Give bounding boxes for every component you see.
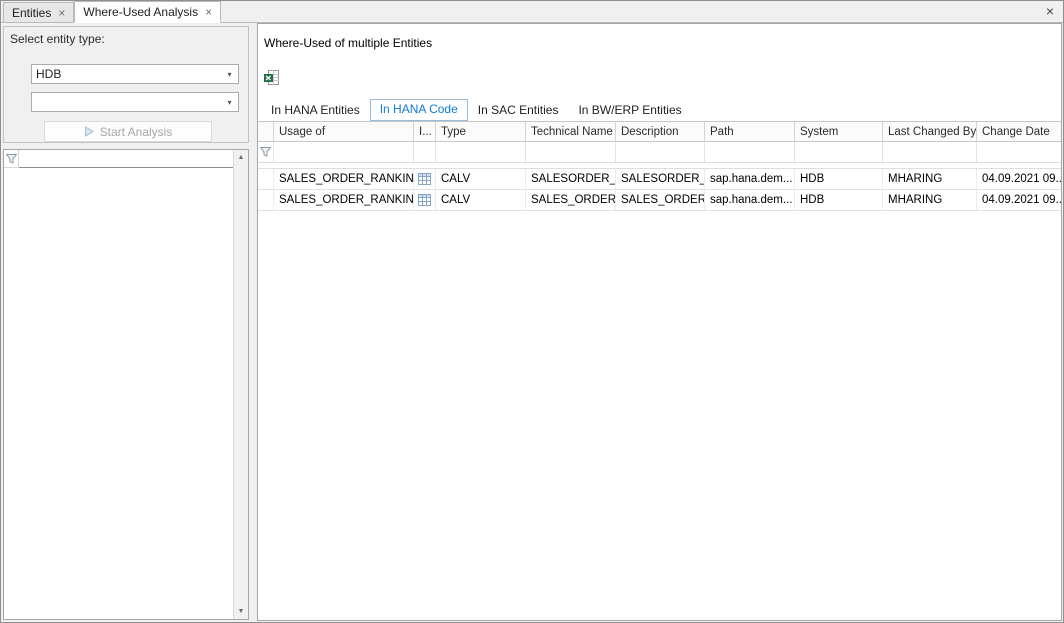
filter-cell-technical-name[interactable] (526, 142, 616, 163)
tab-in-hana-code[interactable]: In HANA Code (370, 99, 468, 121)
entity-type-value: HDB (32, 67, 221, 81)
tab-entities-label: Entities (12, 6, 51, 20)
cell-change-date[interactable]: 04.09.2021 09... (977, 169, 1061, 190)
row-indicator (258, 169, 274, 190)
tab-where-used-analysis-close-icon[interactable]: × (205, 7, 212, 17)
start-analysis-button[interactable]: Start Analysis (44, 121, 212, 142)
play-icon (84, 126, 94, 137)
column-header-usage-of[interactable]: Usage of (274, 122, 414, 142)
filter-cell-system[interactable] (795, 142, 883, 163)
grid-rows: SALES_ORDER_RANKINGCALVSALESORDER_...SAL… (258, 169, 1061, 211)
cell-last-changed-by[interactable]: MHARING (883, 169, 977, 190)
cell-system[interactable]: HDB (795, 190, 883, 211)
document-tab-bar: Entities × Where-Used Analysis × × (1, 1, 1063, 23)
column-header-technical-name[interactable]: Technical Name (526, 122, 616, 142)
usage-type-icon-cell[interactable] (414, 190, 436, 211)
scroll-down-icon[interactable]: ▼ (234, 604, 248, 619)
table-row[interactable]: SALES_ORDER_RANKINGCALVSALESORDER_...SAL… (258, 169, 1061, 190)
tab-entities[interactable]: Entities × (3, 2, 74, 22)
entity-selection-panel: Select entity type: HDB ▾ ▾ Start Analys… (2, 23, 251, 621)
grid-filter-row (258, 142, 1061, 163)
cell-description[interactable]: SALES_ORDER... (616, 190, 705, 211)
start-analysis-label: Start Analysis (100, 125, 173, 139)
entity-type-dropdown[interactable]: HDB ▾ (31, 64, 239, 84)
cell-usage-of[interactable]: SALES_ORDER_RANKING (274, 169, 414, 190)
tab-where-used-analysis[interactable]: Where-Used Analysis × (74, 1, 221, 23)
close-document-icon[interactable]: × (1046, 4, 1054, 18)
filter-icon (6, 154, 17, 164)
tab-entities-close-icon[interactable]: × (58, 8, 65, 18)
chevron-down-icon[interactable]: ▾ (221, 70, 238, 79)
cell-path[interactable]: sap.hana.dem... (705, 190, 795, 211)
excel-export-icon-glyph (263, 69, 280, 86)
cell-change-date[interactable]: 04.09.2021 09... (977, 190, 1061, 211)
calc-view-icon (418, 194, 431, 206)
column-header-path[interactable]: Path (705, 122, 795, 142)
where-used-document: Where-Used of multiple Entities In HANA … (257, 23, 1062, 621)
filter-cell-usage-of[interactable] (274, 142, 414, 163)
tab-where-used-analysis-label: Where-Used Analysis (83, 5, 198, 19)
chevron-down-icon[interactable]: ▾ (221, 98, 238, 107)
results-grid: Usage ofI...TypeTechnical NameDescriptio… (258, 121, 1061, 620)
cell-type[interactable]: CALV (436, 190, 526, 211)
filter-cell-path[interactable] (705, 142, 795, 163)
filter-cell-i[interactable] (414, 142, 436, 163)
cell-system[interactable]: HDB (795, 169, 883, 190)
filter-cell-last-changed-by[interactable] (883, 142, 977, 163)
application-window: Entities × Where-Used Analysis × × Selec… (0, 0, 1064, 623)
excel-export-icon[interactable] (263, 69, 281, 87)
tree-header-row (4, 150, 233, 168)
tree-vertical-scrollbar[interactable]: ▲ ▼ (233, 150, 248, 619)
tab-in-bw-erp-entities[interactable]: In BW/ERP Entities (568, 100, 691, 121)
grid-header-row: Usage ofI...TypeTechnical NameDescriptio… (258, 122, 1061, 142)
cell-technical-name[interactable]: SALES_ORDER... (526, 190, 616, 211)
cell-technical-name[interactable]: SALESORDER_... (526, 169, 616, 190)
cell-description[interactable]: SALESORDER_... (616, 169, 705, 190)
scroll-up-icon[interactable]: ▲ (234, 150, 248, 165)
tree-column-header[interactable] (19, 150, 233, 168)
grid-filter-icon[interactable] (258, 142, 274, 163)
column-header-type[interactable]: Type (436, 122, 526, 142)
tree-filter-icon[interactable] (4, 150, 19, 168)
column-header-i[interactable]: I... (414, 122, 436, 142)
scrollbar-track[interactable] (234, 165, 248, 604)
cell-usage-of[interactable]: SALES_ORDER_RANKING (274, 190, 414, 211)
tab-in-hana-entities[interactable]: In HANA Entities (261, 100, 370, 121)
cell-path[interactable]: sap.hana.dem... (705, 169, 795, 190)
column-header-change-date[interactable]: Change Date (977, 122, 1061, 142)
filter-icon (260, 147, 271, 157)
filter-cell-type[interactable] (436, 142, 526, 163)
column-header-last-changed-by[interactable]: Last Changed By (883, 122, 977, 142)
filter-cell-change-date[interactable] (977, 142, 1061, 163)
cell-type[interactable]: CALV (436, 169, 526, 190)
row-indicator (258, 190, 274, 211)
document-title: Where-Used of multiple Entities (264, 36, 432, 50)
results-tabstrip: In HANA Entities In HANA Code In SAC Ent… (258, 98, 1061, 121)
tab-in-sac-entities[interactable]: In SAC Entities (468, 100, 569, 121)
cell-last-changed-by[interactable]: MHARING (883, 190, 977, 211)
entity-dropdown[interactable]: ▾ (31, 92, 239, 112)
select-entity-type-group: Select entity type: HDB ▾ ▾ Start Analys… (3, 26, 249, 143)
column-header-description[interactable]: Description (616, 122, 705, 142)
column-header-system[interactable]: System (795, 122, 883, 142)
table-row[interactable]: SALES_ORDER_RANKINGCALVSALES_ORDER...SAL… (258, 190, 1061, 211)
filter-cell-description[interactable] (616, 142, 705, 163)
calc-view-icon (418, 173, 431, 185)
entity-tree: ▲ ▼ (3, 149, 249, 620)
tree-body[interactable] (4, 168, 233, 619)
select-entity-type-label: Select entity type: (10, 32, 105, 46)
grid-header-indicator (258, 122, 274, 142)
usage-type-icon-cell[interactable] (414, 169, 436, 190)
